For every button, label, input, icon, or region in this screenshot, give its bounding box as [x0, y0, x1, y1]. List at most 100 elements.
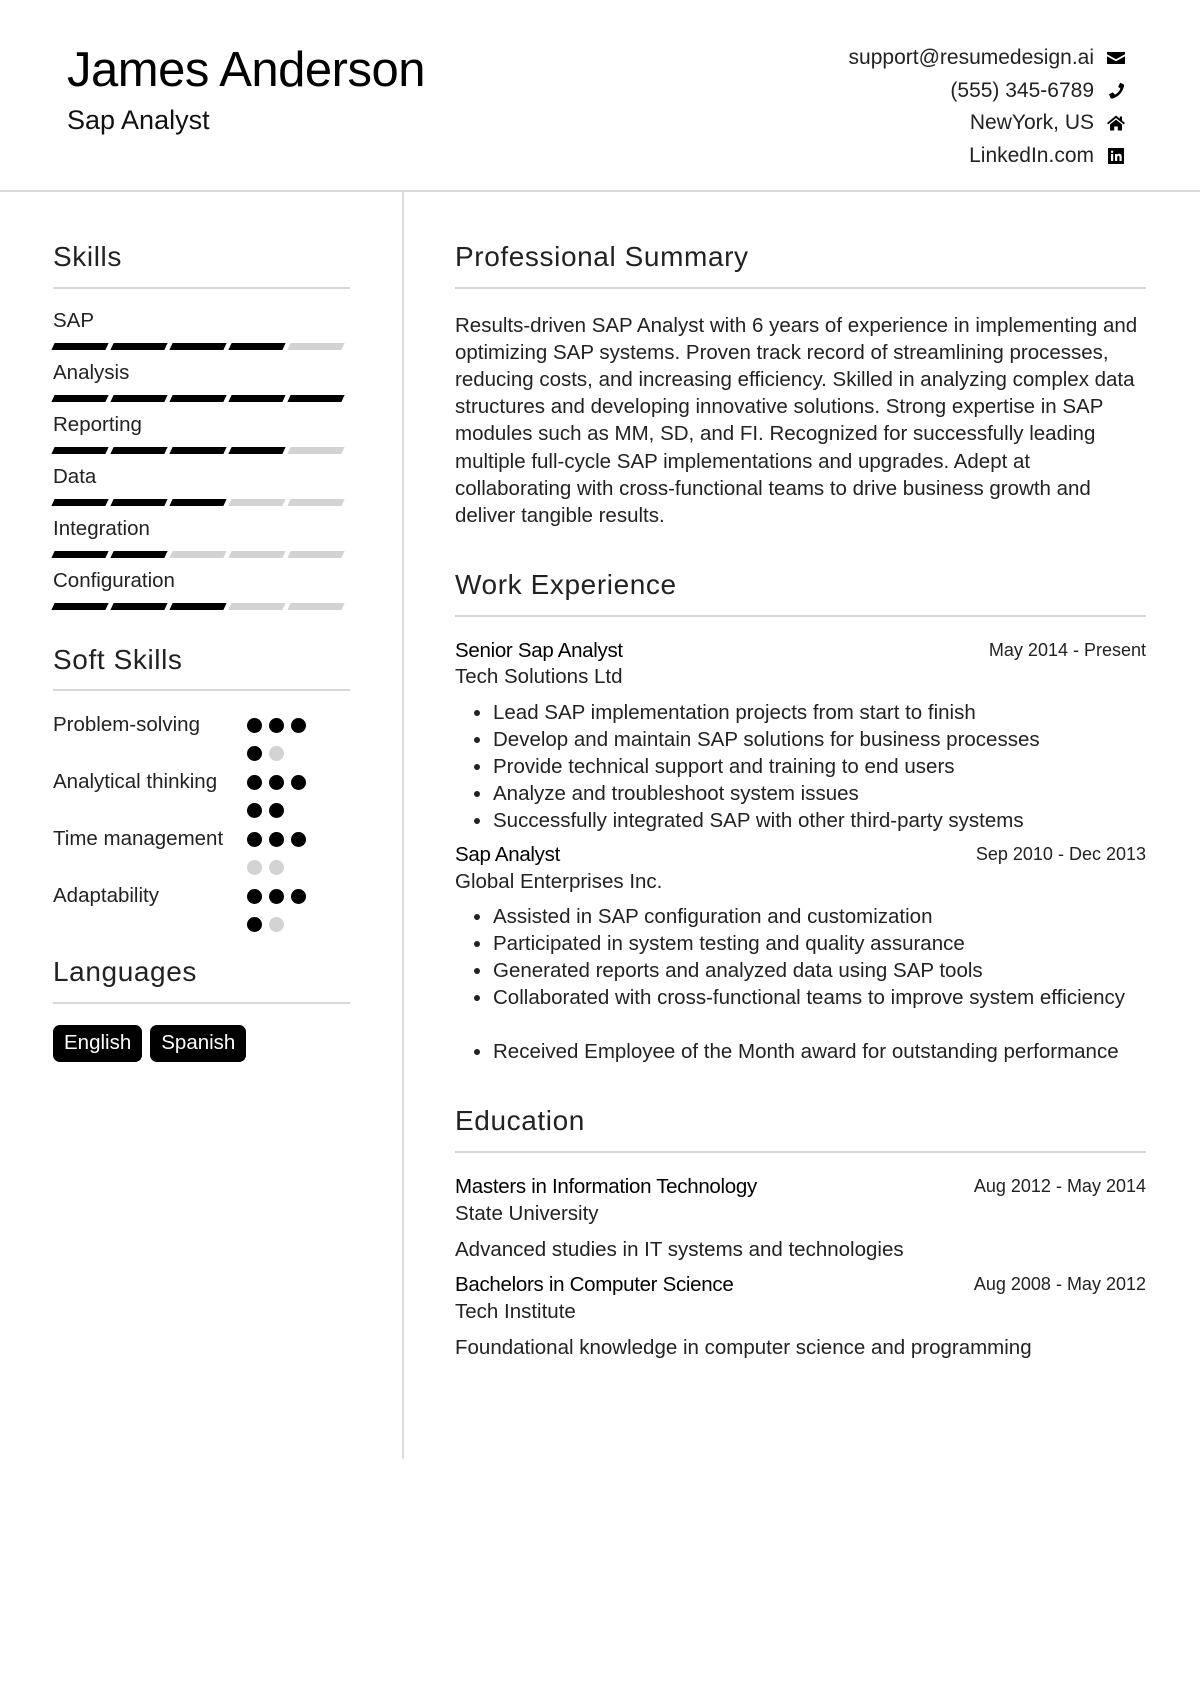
education-header: Masters in Information Technology Aug 201…	[455, 1174, 1146, 1201]
resume-header: James Anderson Sap Analyst support@resum…	[0, 0, 1200, 192]
skill-segment-filled	[169, 602, 227, 610]
soft-skill-name: Time management	[53, 827, 224, 851]
skill-item: Analysis	[51, 361, 350, 402]
home-icon	[1106, 113, 1126, 133]
job-header: Sap Analyst Sep 2010 - Dec 2013	[455, 842, 1146, 869]
job-bullet: Lead SAP implementation projects from st…	[493, 699, 1146, 726]
skill-segment-filled	[169, 342, 227, 350]
language-badge: Spanish	[150, 1024, 247, 1063]
job-bullet: Successfully integrated SAP with other t…	[493, 807, 1146, 834]
job-dates: May 2014 - Present	[988, 639, 1146, 660]
education-school: State University	[455, 1201, 599, 1225]
skill-segment-empty	[287, 342, 345, 350]
skill-level-bar	[51, 342, 350, 350]
education-dates: Aug 2012 - May 2014	[973, 1175, 1146, 1196]
experience-list: Senior Sap Analyst May 2014 - Present Tech…	[455, 638, 1146, 1066]
job-entry: Senior Sap Analyst May 2014 - Present Tech…	[455, 638, 1146, 834]
soft-skill-item: Problem-solving	[53, 711, 350, 762]
candidate-title: Sap Analyst	[67, 105, 210, 135]
soft-skill-rating	[247, 711, 333, 762]
contact-phone[interactable]: (555) 345-6789	[849, 75, 1126, 108]
soft-skill-item: Time management	[53, 825, 350, 876]
skill-segment-filled	[169, 498, 227, 506]
skill-segment-filled	[169, 446, 227, 454]
language-badge: English	[53, 1024, 143, 1063]
job-bullet: Develop and maintain SAP solutions for b…	[493, 726, 1146, 753]
skill-segment-filled	[228, 446, 286, 454]
soft-skills-rule	[53, 689, 350, 692]
summary-text: Results-driven SAP Analyst with 6 years …	[455, 313, 1138, 528]
rating-dot-filled	[269, 775, 284, 791]
summary-rule	[455, 286, 1146, 289]
education-description: Foundational knowledge in computer scien…	[455, 1336, 1032, 1360]
main-content: Professional Summary Results-driven SAP …	[455, 240, 1146, 1362]
rating-dot-filled	[269, 832, 284, 848]
skill-segment-filled	[228, 394, 286, 402]
rating-dot-filled	[247, 832, 262, 848]
soft-skill-rating	[247, 825, 333, 876]
job-header: Senior Sap Analyst May 2014 - Present	[455, 638, 1146, 665]
contact-email-text[interactable]: support@resumedesign.ai	[849, 46, 1094, 70]
rating-dot-filled	[247, 718, 262, 734]
skills-section: Skills SAP Analysis Reporting Data Integrati…	[51, 240, 350, 610]
contact-email[interactable]: support@resumedesign.ai	[849, 42, 1126, 75]
skill-name: Configuration	[53, 568, 175, 592]
skill-level-bar	[51, 446, 350, 454]
contact-linkedin-text[interactable]: LinkedIn.com	[969, 144, 1094, 168]
skill-item: Integration	[51, 517, 350, 558]
job-bullet: Participated in system testing and quali…	[493, 930, 1146, 957]
skill-segment-empty	[287, 498, 345, 506]
job-role: Sap Analyst	[455, 843, 560, 867]
rating-dot-empty	[269, 746, 284, 762]
skill-segment-filled	[110, 550, 168, 558]
soft-skills-list: Problem-solving Analytical thinking Time m…	[53, 711, 350, 933]
summary-section: Professional Summary Results-driven SAP …	[455, 240, 1146, 529]
rating-dot-empty	[269, 917, 284, 933]
rating-dot-filled	[269, 718, 284, 734]
summary-heading: Professional Summary	[455, 241, 749, 272]
skill-segment-empty	[228, 550, 286, 558]
skill-item: Configuration	[51, 568, 350, 610]
skill-segment-empty	[287, 602, 345, 610]
skill-name: Data	[53, 464, 97, 488]
rating-dot-filled	[247, 803, 262, 819]
job-bullet: Received Employee of the Month award for…	[493, 1038, 1146, 1065]
job-bullet: Assisted in SAP configuration and custom…	[493, 903, 1146, 930]
skill-level-bar	[51, 498, 350, 506]
job-role: Senior Sap Analyst	[455, 638, 623, 662]
experience-heading: Work Experience	[455, 569, 677, 601]
rating-dot-filled	[247, 775, 262, 791]
education-section: Education Masters in Information Technol…	[455, 1104, 1146, 1361]
languages-rule	[53, 1001, 350, 1004]
contact-linkedin[interactable]: LinkedIn.com	[849, 140, 1126, 173]
job-bullet: Generated reports and analyzed data usin…	[493, 957, 1146, 984]
soft-skills-heading: Soft Skills	[53, 643, 183, 675]
job-bullet: Collaborated with cross-functional teams…	[493, 984, 1146, 1011]
education-list: Masters in Information Technology Aug 201…	[455, 1174, 1146, 1362]
skill-name: SAP	[53, 308, 95, 332]
skill-segment-filled	[110, 498, 168, 506]
skill-segment-filled	[51, 602, 109, 610]
job-bullet: Analyze and troubleshoot system issues	[493, 780, 1146, 807]
skill-segment-filled	[110, 602, 168, 610]
job-dates: Sep 2010 - Dec 2013	[975, 844, 1146, 865]
contact-list: support@resumedesign.ai (555) 345-6789 N…	[849, 42, 1126, 172]
skill-segment-filled	[51, 550, 109, 558]
education-degree: Masters in Information Technology	[455, 1174, 757, 1198]
contact-phone-text[interactable]: (555) 345-6789	[950, 79, 1094, 103]
education-header: Bachelors in Computer Science Aug 2008 - …	[455, 1272, 1146, 1299]
job-company: Tech Solutions Ltd	[455, 665, 623, 689]
skill-item: SAP	[51, 308, 350, 350]
skill-segment-empty	[228, 602, 286, 610]
soft-skills-section: Soft Skills Problem-solving Analytical th…	[53, 643, 350, 933]
soft-skill-item: Adaptability	[53, 882, 350, 933]
rating-dot-filled	[269, 889, 284, 905]
skill-segment-filled	[228, 342, 286, 350]
rating-dot-filled	[291, 832, 306, 848]
education-degree: Bachelors in Computer Science	[455, 1272, 734, 1296]
rating-dot-filled	[247, 889, 262, 905]
contact-location: NewYork, US	[849, 107, 1126, 140]
skills-heading: Skills	[53, 241, 122, 272]
education-entry: Masters in Information Technology Aug 201…	[455, 1174, 1146, 1264]
envelope-icon	[1106, 48, 1126, 68]
